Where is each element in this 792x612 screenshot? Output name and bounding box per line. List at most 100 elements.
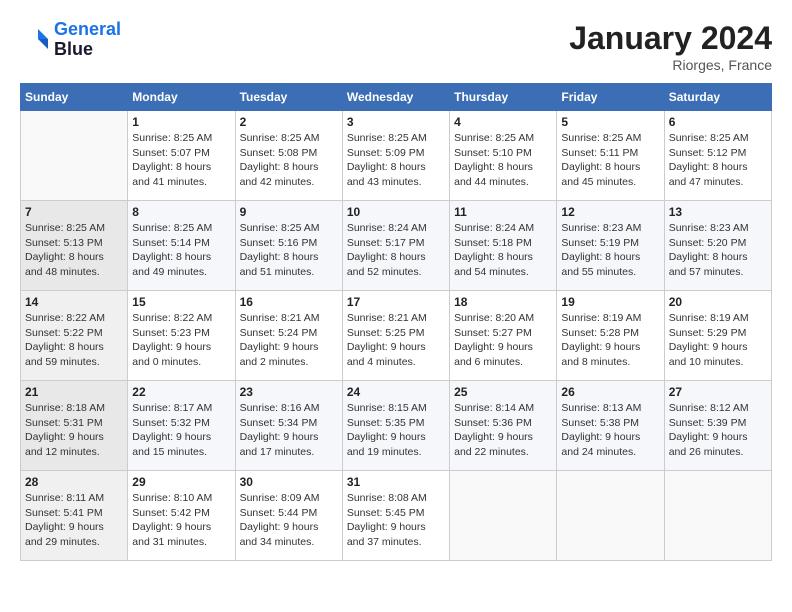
daylight-text: Daylight: 9 hours and 37 minutes. xyxy=(347,521,426,548)
sunset-text: Sunset: 5:07 PM xyxy=(132,147,210,159)
sunset-text: Sunset: 5:10 PM xyxy=(454,147,532,159)
sunrise-text: Sunrise: 8:20 AM xyxy=(454,312,534,324)
daylight-text: Daylight: 9 hours and 0 minutes. xyxy=(132,341,211,368)
sunrise-text: Sunrise: 8:25 AM xyxy=(240,132,320,144)
daylight-text: Daylight: 9 hours and 17 minutes. xyxy=(240,431,319,458)
day-number: 31 xyxy=(347,475,445,489)
daylight-text: Daylight: 8 hours and 59 minutes. xyxy=(25,341,104,368)
day-number: 16 xyxy=(240,295,338,309)
sunrise-text: Sunrise: 8:25 AM xyxy=(454,132,534,144)
day-info: Sunrise: 8:17 AM Sunset: 5:32 PM Dayligh… xyxy=(132,401,230,460)
daylight-text: Daylight: 8 hours and 42 minutes. xyxy=(240,161,319,188)
day-number: 6 xyxy=(669,115,767,129)
sunset-text: Sunset: 5:25 PM xyxy=(347,327,425,339)
daylight-text: Daylight: 9 hours and 15 minutes. xyxy=(132,431,211,458)
sunset-text: Sunset: 5:19 PM xyxy=(561,237,639,249)
daylight-text: Daylight: 9 hours and 29 minutes. xyxy=(25,521,104,548)
day-number: 27 xyxy=(669,385,767,399)
sunset-text: Sunset: 5:20 PM xyxy=(669,237,747,249)
sunset-text: Sunset: 5:22 PM xyxy=(25,327,103,339)
sunset-text: Sunset: 5:16 PM xyxy=(240,237,318,249)
sunrise-text: Sunrise: 8:25 AM xyxy=(561,132,641,144)
day-number: 4 xyxy=(454,115,552,129)
day-info: Sunrise: 8:25 AM Sunset: 5:13 PM Dayligh… xyxy=(25,221,123,280)
day-number: 23 xyxy=(240,385,338,399)
day-number: 26 xyxy=(561,385,659,399)
calendar-cell: 19 Sunrise: 8:19 AM Sunset: 5:28 PM Dayl… xyxy=(557,291,664,381)
sunset-text: Sunset: 5:31 PM xyxy=(25,417,103,429)
day-number: 29 xyxy=(132,475,230,489)
day-number: 13 xyxy=(669,205,767,219)
sunrise-text: Sunrise: 8:17 AM xyxy=(132,402,212,414)
daylight-text: Daylight: 9 hours and 31 minutes. xyxy=(132,521,211,548)
sunrise-text: Sunrise: 8:25 AM xyxy=(347,132,427,144)
calendar-header-row: SundayMondayTuesdayWednesdayThursdayFrid… xyxy=(21,84,772,111)
calendar-cell xyxy=(557,471,664,561)
day-info: Sunrise: 8:20 AM Sunset: 5:27 PM Dayligh… xyxy=(454,311,552,370)
sunset-text: Sunset: 5:44 PM xyxy=(240,507,318,519)
daylight-text: Daylight: 9 hours and 19 minutes. xyxy=(347,431,426,458)
sunset-text: Sunset: 5:27 PM xyxy=(454,327,532,339)
sunset-text: Sunset: 5:09 PM xyxy=(347,147,425,159)
sunrise-text: Sunrise: 8:25 AM xyxy=(25,222,105,234)
calendar-cell xyxy=(21,111,128,201)
day-number: 17 xyxy=(347,295,445,309)
sunrise-text: Sunrise: 8:13 AM xyxy=(561,402,641,414)
calendar-cell: 17 Sunrise: 8:21 AM Sunset: 5:25 PM Dayl… xyxy=(342,291,449,381)
calendar-body: 1 Sunrise: 8:25 AM Sunset: 5:07 PM Dayli… xyxy=(21,111,772,561)
sunrise-text: Sunrise: 8:25 AM xyxy=(132,222,212,234)
sunrise-text: Sunrise: 8:25 AM xyxy=(240,222,320,234)
sunrise-text: Sunrise: 8:09 AM xyxy=(240,492,320,504)
day-info: Sunrise: 8:22 AM Sunset: 5:22 PM Dayligh… xyxy=(25,311,123,370)
calendar-cell: 13 Sunrise: 8:23 AM Sunset: 5:20 PM Dayl… xyxy=(664,201,771,291)
day-number: 9 xyxy=(240,205,338,219)
daylight-text: Daylight: 8 hours and 57 minutes. xyxy=(669,251,748,278)
day-info: Sunrise: 8:15 AM Sunset: 5:35 PM Dayligh… xyxy=(347,401,445,460)
sunrise-text: Sunrise: 8:22 AM xyxy=(25,312,105,324)
day-info: Sunrise: 8:08 AM Sunset: 5:45 PM Dayligh… xyxy=(347,491,445,550)
day-info: Sunrise: 8:16 AM Sunset: 5:34 PM Dayligh… xyxy=(240,401,338,460)
daylight-text: Daylight: 8 hours and 49 minutes. xyxy=(132,251,211,278)
column-header-thursday: Thursday xyxy=(450,84,557,111)
calendar-cell: 15 Sunrise: 8:22 AM Sunset: 5:23 PM Dayl… xyxy=(128,291,235,381)
sunrise-text: Sunrise: 8:15 AM xyxy=(347,402,427,414)
sunrise-text: Sunrise: 8:24 AM xyxy=(347,222,427,234)
daylight-text: Daylight: 8 hours and 47 minutes. xyxy=(669,161,748,188)
day-info: Sunrise: 8:25 AM Sunset: 5:11 PM Dayligh… xyxy=(561,131,659,190)
sunrise-text: Sunrise: 8:11 AM xyxy=(25,492,104,504)
calendar-cell: 28 Sunrise: 8:11 AM Sunset: 5:41 PM Dayl… xyxy=(21,471,128,561)
calendar-cell xyxy=(664,471,771,561)
calendar-cell: 2 Sunrise: 8:25 AM Sunset: 5:08 PM Dayli… xyxy=(235,111,342,201)
daylight-text: Daylight: 9 hours and 8 minutes. xyxy=(561,341,640,368)
sunset-text: Sunset: 5:42 PM xyxy=(132,507,210,519)
daylight-text: Daylight: 8 hours and 52 minutes. xyxy=(347,251,426,278)
calendar-cell: 8 Sunrise: 8:25 AM Sunset: 5:14 PM Dayli… xyxy=(128,201,235,291)
calendar-cell: 27 Sunrise: 8:12 AM Sunset: 5:39 PM Dayl… xyxy=(664,381,771,471)
day-info: Sunrise: 8:25 AM Sunset: 5:12 PM Dayligh… xyxy=(669,131,767,190)
day-info: Sunrise: 8:21 AM Sunset: 5:25 PM Dayligh… xyxy=(347,311,445,370)
daylight-text: Daylight: 9 hours and 22 minutes. xyxy=(454,431,533,458)
sunset-text: Sunset: 5:24 PM xyxy=(240,327,318,339)
day-info: Sunrise: 8:25 AM Sunset: 5:08 PM Dayligh… xyxy=(240,131,338,190)
day-number: 21 xyxy=(25,385,123,399)
day-number: 28 xyxy=(25,475,123,489)
sunset-text: Sunset: 5:39 PM xyxy=(669,417,747,429)
calendar-cell: 3 Sunrise: 8:25 AM Sunset: 5:09 PM Dayli… xyxy=(342,111,449,201)
day-number: 2 xyxy=(240,115,338,129)
column-header-wednesday: Wednesday xyxy=(342,84,449,111)
calendar-cell: 10 Sunrise: 8:24 AM Sunset: 5:17 PM Dayl… xyxy=(342,201,449,291)
calendar-cell xyxy=(450,471,557,561)
sunrise-text: Sunrise: 8:18 AM xyxy=(25,402,105,414)
logo: General Blue xyxy=(20,20,121,60)
column-header-saturday: Saturday xyxy=(664,84,771,111)
day-number: 19 xyxy=(561,295,659,309)
day-number: 30 xyxy=(240,475,338,489)
daylight-text: Daylight: 8 hours and 55 minutes. xyxy=(561,251,640,278)
day-number: 15 xyxy=(132,295,230,309)
day-info: Sunrise: 8:23 AM Sunset: 5:19 PM Dayligh… xyxy=(561,221,659,280)
daylight-text: Daylight: 8 hours and 44 minutes. xyxy=(454,161,533,188)
day-info: Sunrise: 8:24 AM Sunset: 5:17 PM Dayligh… xyxy=(347,221,445,280)
day-info: Sunrise: 8:25 AM Sunset: 5:07 PM Dayligh… xyxy=(132,131,230,190)
daylight-text: Daylight: 9 hours and 2 minutes. xyxy=(240,341,319,368)
sunset-text: Sunset: 5:34 PM xyxy=(240,417,318,429)
